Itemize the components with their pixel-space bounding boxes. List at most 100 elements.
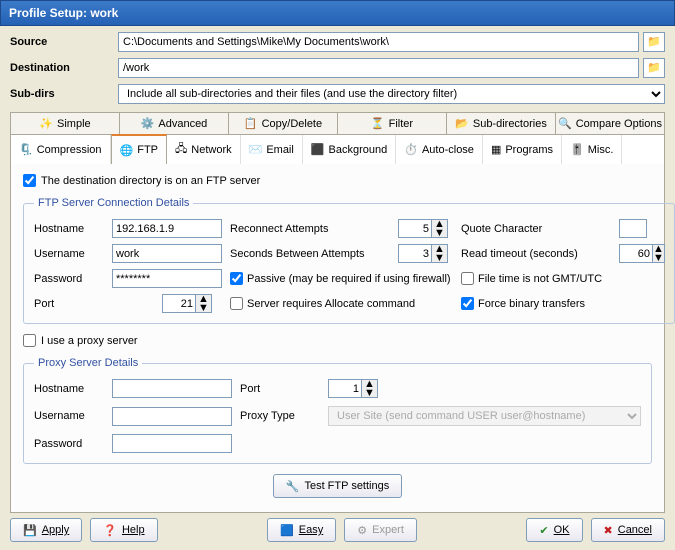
apply-button[interactable]: 💾Apply: [10, 518, 82, 542]
save-icon: 💾: [23, 524, 37, 537]
sub-tab-bar: 🗜️Compression 🌐FTP 🖧Network ✉️Email ⬛Bac…: [10, 135, 665, 164]
close-icon: ✖: [604, 524, 613, 537]
app-icon: ▦: [491, 143, 501, 156]
subdirs-select[interactable]: Include all sub-directories and their fi…: [118, 84, 665, 104]
tab-subdirectories[interactable]: 📂Sub-directories: [447, 113, 556, 134]
test-ftp-button[interactable]: 🔧Test FTP settings: [273, 474, 402, 498]
source-input[interactable]: [118, 32, 639, 52]
tab-copy-delete[interactable]: 📋Copy/Delete: [229, 113, 338, 134]
expert-button: ⚙Expert: [344, 518, 417, 542]
easy-button[interactable]: 🟦Easy: [267, 518, 336, 542]
slider-icon: 🎚️: [570, 143, 584, 156]
binary-label: Force binary transfers: [478, 298, 585, 310]
destination-browse-button[interactable]: 📁: [643, 58, 665, 78]
tab-simple[interactable]: ✨Simple: [11, 113, 120, 134]
proxy-port-spinner[interactable]: ▲▼: [362, 379, 378, 398]
proxy-fieldset: Proxy Server Details Hostname Port ▲▼ Us…: [23, 357, 652, 464]
proxy-hostname-input[interactable]: [112, 379, 232, 398]
mail-icon: ✉️: [249, 143, 263, 156]
username-label: Username: [34, 248, 104, 260]
test-icon: 🔧: [286, 480, 300, 493]
reconnect-spinner[interactable]: ▲▼: [432, 219, 448, 238]
folder-icon: 📁: [647, 61, 661, 75]
proxy-type-select: User Site (send command USER user@hostna…: [328, 406, 641, 426]
port-input[interactable]: [162, 294, 196, 313]
ftp-icon: 🌐: [120, 144, 134, 157]
tab-filter[interactable]: ⏳Filter: [338, 113, 447, 134]
port-spinner[interactable]: ▲▼: [196, 294, 212, 313]
subtab-email[interactable]: ✉️Email: [241, 135, 303, 164]
readtimeout-spinner[interactable]: ▲▼: [653, 244, 665, 263]
password-input[interactable]: [112, 269, 222, 288]
readtimeout-label: Read timeout (seconds): [461, 248, 611, 260]
seconds-input[interactable]: [398, 244, 432, 263]
proxy-legend: Proxy Server Details: [34, 357, 142, 369]
seconds-spinner[interactable]: ▲▼: [432, 244, 448, 263]
tab-compare-options[interactable]: 🔍Compare Options: [556, 113, 664, 134]
destination-label: Destination: [10, 62, 118, 74]
footer-bar: 💾Apply ❓Help 🟦Easy ⚙Expert ✔OK ✖Cancel: [10, 518, 665, 542]
proxy-hostname-label: Hostname: [34, 383, 104, 395]
subtab-programs[interactable]: ▦Programs: [483, 135, 562, 164]
proxy-port-label: Port: [240, 383, 320, 395]
check-icon: ✔: [539, 524, 548, 537]
subtab-ftp[interactable]: 🌐FTP: [111, 134, 167, 164]
hostname-input[interactable]: [112, 219, 222, 238]
reconnect-label: Reconnect Attempts: [230, 223, 390, 235]
clock-icon: ⏱️: [404, 143, 418, 156]
passive-checkbox[interactable]: [230, 272, 243, 285]
use-proxy-label: I use a proxy server: [41, 335, 138, 347]
subtab-compression[interactable]: 🗜️Compression: [11, 135, 111, 164]
dest-is-ftp-label: The destination directory is on an FTP s…: [41, 175, 260, 187]
subtab-auto-close[interactable]: ⏱️Auto-close: [396, 135, 483, 164]
seconds-label: Seconds Between Attempts: [230, 248, 390, 260]
ftp-connection-legend: FTP Server Connection Details: [34, 197, 193, 209]
hostname-label: Hostname: [34, 223, 104, 235]
allocate-label: Server requires Allocate command: [247, 298, 415, 310]
tab-bar: ✨Simple ⚙️Advanced 📋Copy/Delete ⏳Filter …: [10, 112, 665, 135]
cancel-button[interactable]: ✖Cancel: [591, 518, 665, 542]
proxy-type-label: Proxy Type: [240, 410, 320, 422]
binary-checkbox[interactable]: [461, 297, 474, 310]
copy-icon: 📋: [244, 117, 258, 130]
wand-icon: ✨: [39, 117, 53, 130]
reconnect-input[interactable]: [398, 219, 432, 238]
bg-icon: ⬛: [311, 143, 325, 156]
dest-is-ftp-checkbox[interactable]: [23, 174, 36, 187]
proxy-password-input[interactable]: [112, 434, 232, 453]
ok-button[interactable]: ✔OK: [526, 518, 582, 542]
subtab-background[interactable]: ⬛Background: [303, 135, 396, 164]
ftp-connection-fieldset: FTP Server Connection Details Hostname R…: [23, 197, 675, 324]
destination-input[interactable]: [118, 58, 639, 78]
expert-icon: ⚙: [357, 524, 367, 537]
use-proxy-checkbox[interactable]: [23, 334, 36, 347]
window-title: Profile Setup: work: [0, 0, 675, 26]
gmt-checkbox[interactable]: [461, 272, 474, 285]
funnel-icon: ⏳: [371, 117, 385, 130]
allocate-checkbox[interactable]: [230, 297, 243, 310]
source-browse-button[interactable]: 📁: [643, 32, 665, 52]
port-label: Port: [34, 298, 104, 310]
gear-icon: ⚙️: [141, 117, 155, 130]
subdirs-label: Sub-dirs: [10, 88, 118, 100]
zip-icon: 🗜️: [19, 143, 33, 156]
easy-icon: 🟦: [280, 524, 294, 537]
passive-label: Passive (may be required if using firewa…: [247, 273, 451, 285]
proxy-username-input[interactable]: [112, 407, 232, 426]
readtimeout-input[interactable]: [619, 244, 653, 263]
compare-icon: 🔍: [558, 117, 572, 130]
subtab-network[interactable]: 🖧Network: [167, 135, 241, 164]
gmt-label: File time is not GMT/UTC: [478, 273, 602, 285]
help-button[interactable]: ❓Help: [90, 518, 157, 542]
proxy-username-label: Username: [34, 410, 104, 422]
proxy-port-input[interactable]: [328, 379, 362, 398]
proxy-password-label: Password: [34, 438, 104, 450]
tree-icon: 📂: [455, 117, 469, 130]
username-input[interactable]: [112, 244, 222, 263]
tab-advanced[interactable]: ⚙️Advanced: [120, 113, 229, 134]
quote-char-input[interactable]: [619, 219, 647, 238]
network-icon: 🖧: [175, 140, 187, 159]
ftp-panel: The destination directory is on an FTP s…: [10, 164, 665, 513]
subtab-misc[interactable]: 🎚️Misc.: [562, 135, 622, 164]
folder-icon: 📁: [647, 35, 661, 49]
